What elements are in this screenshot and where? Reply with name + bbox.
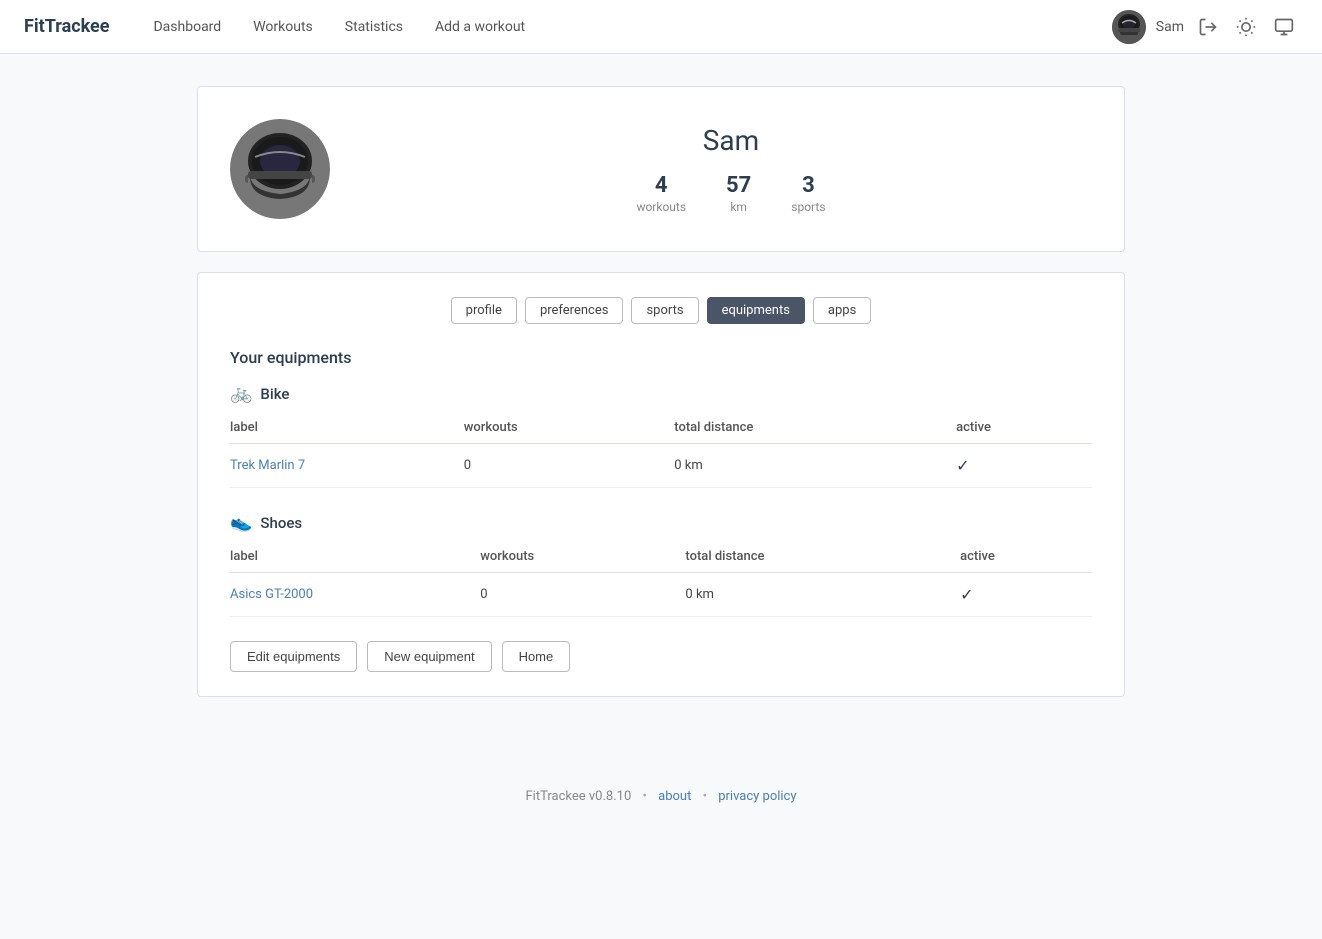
shoes-col-workouts: workouts (460, 541, 665, 573)
main-content: Sam 4 workouts 57 km 3 sports profile pr (181, 54, 1141, 729)
bike-item-workouts: 0 (444, 444, 655, 488)
checkmark-icon: ✓ (960, 585, 973, 604)
tab-sports[interactable]: sports (631, 297, 698, 324)
stat-workouts: 4 workouts (636, 173, 686, 214)
action-buttons: Edit equipments New equipment Home (230, 641, 1092, 672)
shoes-table: label workouts total distance active Asi… (230, 541, 1092, 617)
bike-col-active: active (936, 412, 1092, 444)
nav-statistics[interactable]: Statistics (329, 0, 419, 54)
shoes-category-label: Shoes (260, 514, 302, 532)
nav-workouts[interactable]: Workouts (237, 0, 329, 54)
shoes-section: 👟 Shoes label workouts total distance ac… (230, 512, 1092, 617)
stat-sports-label: sports (791, 200, 825, 214)
edit-equipments-button[interactable]: Edit equipments (230, 641, 357, 672)
navbar: FitTrackee Dashboard Workouts Statistics… (0, 0, 1322, 54)
tab-equipments[interactable]: equipments (707, 297, 805, 324)
tab-preferences[interactable]: preferences (525, 297, 624, 324)
stat-workouts-label: workouts (636, 200, 686, 214)
bike-category-label: Bike (260, 385, 289, 403)
profile-stats: 4 workouts 57 km 3 sports (370, 173, 1092, 214)
home-button[interactable]: Home (502, 641, 571, 672)
table-row: Asics GT-2000 0 0 km ✓ (230, 573, 1092, 617)
navbar-username: Sam (1156, 19, 1184, 35)
shoes-icon: 👟 (230, 512, 252, 533)
stat-sports-value: 3 (791, 173, 825, 198)
section-title: Your equipments (230, 348, 1092, 367)
footer-dot-2: • (703, 789, 707, 804)
tabs-card: profile preferences sports equipments ap… (197, 272, 1125, 697)
bike-section: 🚲 Bike label workouts total distance act… (230, 383, 1092, 488)
avatar[interactable] (1112, 10, 1146, 44)
profile-card: Sam 4 workouts 57 km 3 sports (197, 86, 1125, 252)
shoes-item-label: Asics GT-2000 (230, 573, 460, 617)
new-equipment-button[interactable]: New equipment (367, 641, 491, 672)
shoes-item-link[interactable]: Asics GT-2000 (230, 587, 313, 602)
shoes-col-label: label (230, 541, 460, 573)
language-button[interactable] (1270, 13, 1298, 41)
brand-logo[interactable]: FitTrackee (24, 16, 109, 37)
stat-km-label: km (726, 200, 751, 214)
stat-sports: 3 sports (791, 173, 825, 214)
tab-profile[interactable]: profile (451, 297, 517, 324)
shoes-item-active: ✓ (940, 573, 1092, 617)
bike-item-label: Trek Marlin 7 (230, 444, 444, 488)
footer-about-link[interactable]: about (658, 789, 691, 804)
stat-km-value: 57 (726, 173, 751, 198)
shoes-col-active: active (940, 541, 1092, 573)
navbar-right: Sam (1112, 10, 1298, 44)
table-row: Trek Marlin 7 0 0 km ✓ (230, 444, 1092, 488)
footer-privacy-link[interactable]: privacy policy (718, 789, 796, 804)
footer-dot-1: • (643, 789, 647, 804)
bike-col-label: label (230, 412, 444, 444)
profile-info: Sam 4 workouts 57 km 3 sports (370, 124, 1092, 214)
bike-col-distance: total distance (654, 412, 936, 444)
nav-links: Dashboard Workouts Statistics Add a work… (137, 0, 1111, 54)
bike-item-link[interactable]: Trek Marlin 7 (230, 458, 305, 473)
bike-table-header: label workouts total distance active (230, 412, 1092, 444)
profile-avatar (230, 119, 330, 219)
shoes-item-workouts: 0 (460, 573, 665, 617)
shoes-col-distance: total distance (665, 541, 940, 573)
logout-button[interactable] (1194, 13, 1222, 41)
theme-toggle-button[interactable] (1232, 13, 1260, 41)
checkmark-icon: ✓ (956, 456, 969, 475)
stat-km: 57 km (726, 173, 751, 214)
stat-workouts-value: 4 (636, 173, 686, 198)
bike-category-header: 🚲 Bike (230, 383, 1092, 404)
nav-dashboard[interactable]: Dashboard (137, 0, 237, 54)
bike-item-active: ✓ (936, 444, 1092, 488)
profile-name: Sam (370, 124, 1092, 157)
footer-brand: FitTrackee (525, 789, 585, 804)
shoes-table-header: label workouts total distance active (230, 541, 1092, 573)
footer: FitTrackee v0.8.10 • about • privacy pol… (0, 769, 1322, 824)
tabs-nav: profile preferences sports equipments ap… (230, 297, 1092, 324)
nav-add-workout[interactable]: Add a workout (419, 0, 541, 54)
bike-icon: 🚲 (230, 383, 252, 404)
bike-item-distance: 0 km (654, 444, 936, 488)
tab-apps[interactable]: apps (813, 297, 871, 324)
avatar-image (1112, 10, 1146, 44)
bike-col-workouts: workouts (444, 412, 655, 444)
shoes-item-distance: 0 km (665, 573, 940, 617)
bike-table: label workouts total distance active Tre… (230, 412, 1092, 488)
footer-version: v0.8.10 (589, 789, 631, 804)
shoes-category-header: 👟 Shoes (230, 512, 1092, 533)
